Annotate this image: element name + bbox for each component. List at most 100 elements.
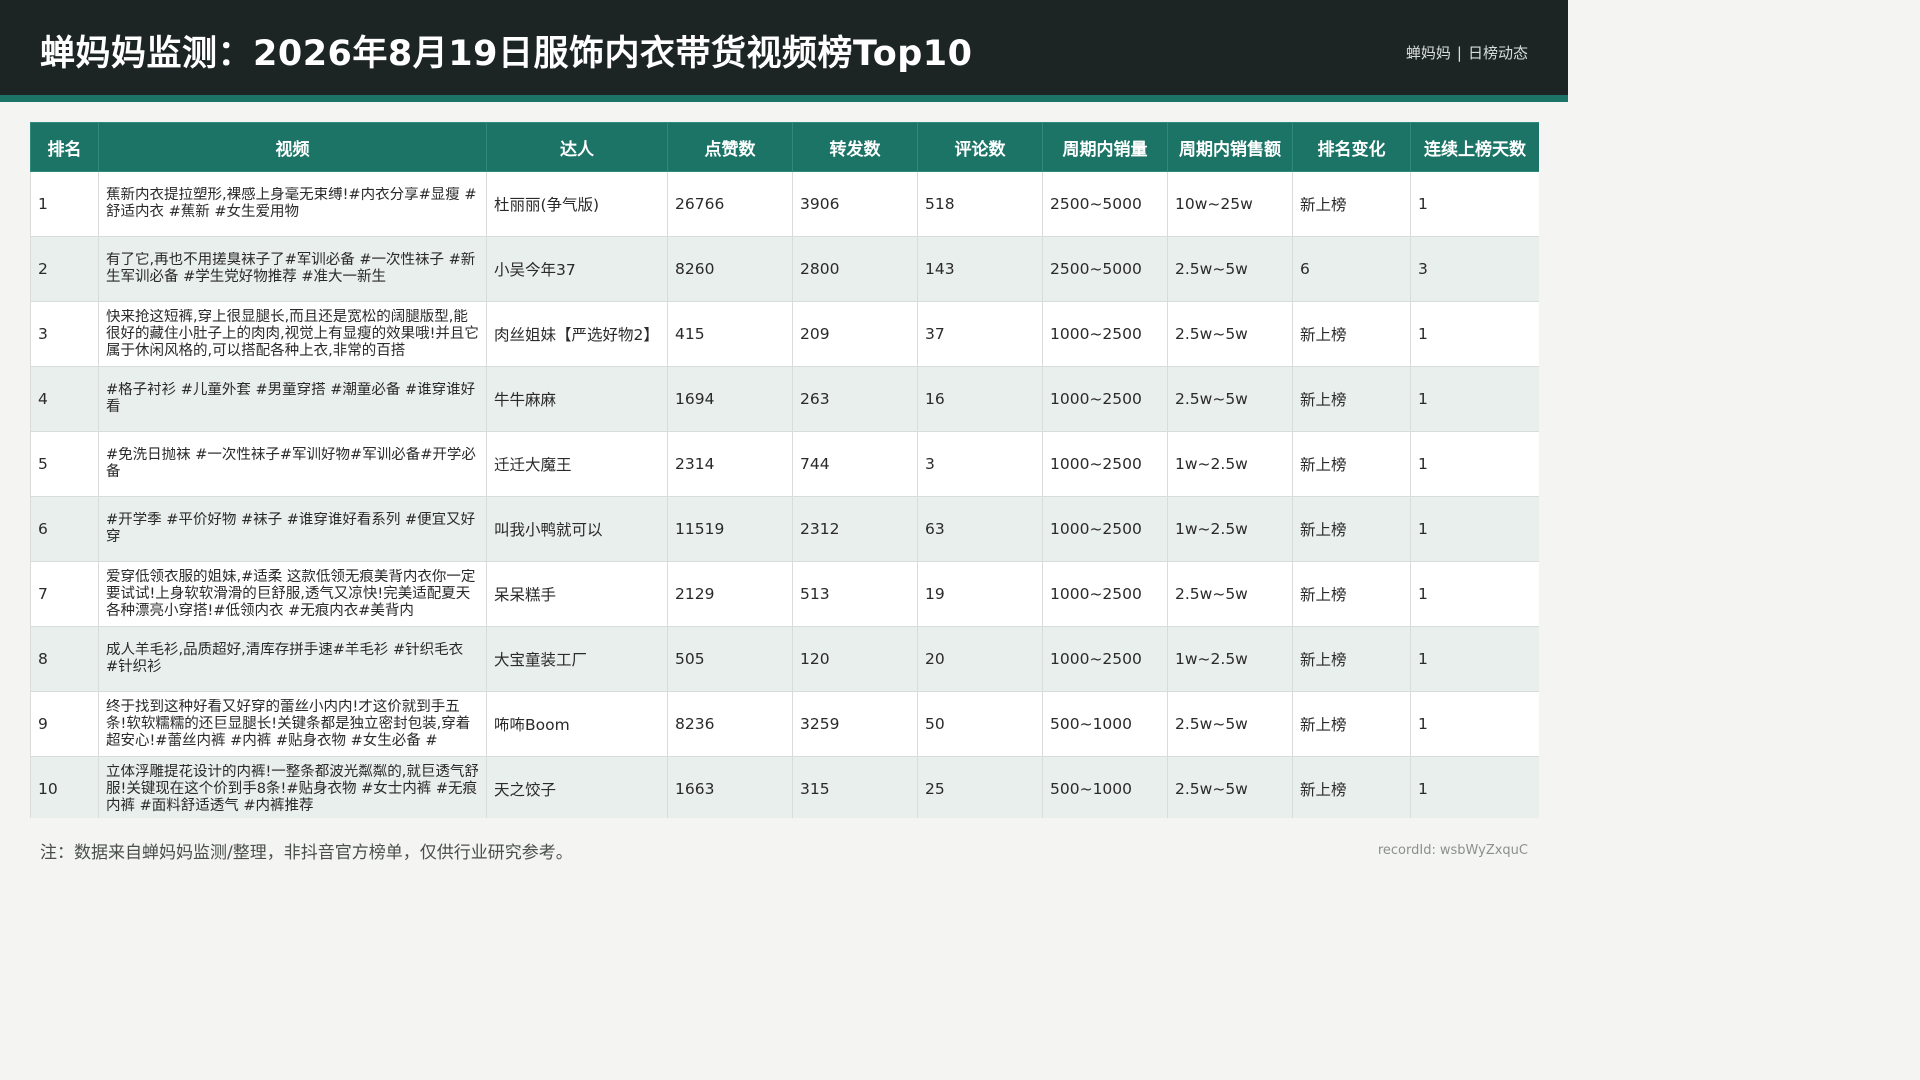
- sales-cell: 1000~2500: [1042, 496, 1168, 562]
- likes-cell: 8236: [667, 691, 793, 757]
- table-row: 7 爱穿低领衣服的姐妹,#适柔 这款低领无痕美背内衣你一定要试试!上身软软滑滑的…: [30, 561, 1539, 627]
- comments-cell: 518: [917, 171, 1043, 237]
- revenue-cell: 2.5w~5w: [1167, 561, 1293, 627]
- sales-cell: 2500~5000: [1042, 236, 1168, 302]
- table-row: 8 成人羊毛衫,品质超好,清库存拼手速#羊毛衫 #针织毛衣 #针织衫 大宝童装工…: [30, 626, 1539, 692]
- video-cell: 爱穿低领衣服的姐妹,#适柔 这款低领无痕美背内衣你一定要试试!上身软软滑滑的巨舒…: [98, 561, 487, 627]
- video-title: 蕉新内衣提拉塑形,裸感上身毫无束缚!#内衣分享#显瘦 #舒适内衣 #蕉新 #女生…: [106, 187, 477, 220]
- column-header-rank-change: 排名变化: [1292, 122, 1411, 172]
- days-cell: 1: [1410, 431, 1539, 497]
- column-header-revenue: 周期内销售额: [1167, 122, 1293, 172]
- shares-cell: 3259: [792, 691, 918, 757]
- revenue-cell: 1w~2.5w: [1167, 626, 1293, 692]
- rank-cell: 9: [30, 691, 99, 757]
- column-header-likes: 点赞数: [667, 122, 793, 172]
- header-accent-stripe: [0, 95, 1568, 102]
- shares-cell: 2800: [792, 236, 918, 302]
- days-cell: 1: [1410, 171, 1539, 237]
- creator-cell: 呆呆糕手: [486, 561, 668, 627]
- video-cell: 成人羊毛衫,品质超好,清库存拼手速#羊毛衫 #针织毛衣 #针织衫: [98, 626, 487, 692]
- video-title: #免洗日抛袜 #一次性袜子#军训好物#军训必备#开学必备: [106, 447, 476, 480]
- rank-cell: 6: [30, 496, 99, 562]
- shares-cell: 744: [792, 431, 918, 497]
- creator-cell: 小吴今年37: [486, 236, 668, 302]
- table-row: 3 快来抢这短裤,穿上很显腿长,而且还是宽松的阔腿版型,能很好的藏住小肚子上的肉…: [30, 301, 1539, 367]
- days-cell: 1: [1410, 691, 1539, 757]
- comments-cell: 50: [917, 691, 1043, 757]
- rank-change-cell: 新上榜: [1292, 626, 1411, 692]
- comments-cell: 19: [917, 561, 1043, 627]
- shares-cell: 513: [792, 561, 918, 627]
- rank-cell: 10: [30, 756, 99, 818]
- comments-cell: 143: [917, 236, 1043, 302]
- creator-cell: 牛牛麻麻: [486, 366, 668, 432]
- rank-cell: 4: [30, 366, 99, 432]
- video-cell: #格子衬衫 #儿童外套 #男童穿搭 #潮童必备 #谁穿谁好看: [98, 366, 487, 432]
- creator-cell: 迁迁大魔王: [486, 431, 668, 497]
- video-cell: 蕉新内衣提拉塑形,裸感上身毫无束缚!#内衣分享#显瘦 #舒适内衣 #蕉新 #女生…: [98, 171, 487, 237]
- days-cell: 1: [1410, 366, 1539, 432]
- rank-change-cell: 新上榜: [1292, 691, 1411, 757]
- table-row: 1 蕉新内衣提拉塑形,裸感上身毫无束缚!#内衣分享#显瘦 #舒适内衣 #蕉新 #…: [30, 171, 1539, 237]
- creator-cell: 肉丝姐妹【严选好物2】: [486, 301, 668, 367]
- creator-cell: 叫我小鸭就可以: [486, 496, 668, 562]
- sales-cell: 1000~2500: [1042, 626, 1168, 692]
- rank-change-cell: 6: [1292, 236, 1411, 302]
- video-title: 终于找到这种好看又好穿的蕾丝小内内!才这价就到手五条!软软糯糯的还巨显腿长!关键…: [106, 698, 471, 749]
- record-id: recordId: wsbWyZxquC: [1378, 843, 1528, 858]
- sales-cell: 1000~2500: [1042, 301, 1168, 367]
- video-title: 成人羊毛衫,品质超好,清库存拼手速#羊毛衫 #针织毛衣 #针织衫: [106, 642, 464, 675]
- rank-cell: 2: [30, 236, 99, 302]
- likes-cell: 8260: [667, 236, 793, 302]
- rank-change-cell: 新上榜: [1292, 171, 1411, 237]
- revenue-cell: 2.5w~5w: [1167, 691, 1293, 757]
- shares-cell: 3906: [792, 171, 918, 237]
- header-bar: 蝉妈妈监测：2026年8月19日服饰内衣带货视频榜Top10 蝉妈妈 | 日榜动态: [0, 0, 1568, 95]
- sales-cell: 1000~2500: [1042, 431, 1168, 497]
- video-cell: #免洗日抛袜 #一次性袜子#军训好物#军训必备#开学必备: [98, 431, 487, 497]
- video-title: 爱穿低领衣服的姐妹,#适柔 这款低领无痕美背内衣你一定要试试!上身软软滑滑的巨舒…: [106, 568, 476, 619]
- rank-cell: 3: [30, 301, 99, 367]
- column-header-video: 视频: [98, 122, 487, 172]
- comments-cell: 3: [917, 431, 1043, 497]
- days-cell: 1: [1410, 301, 1539, 367]
- brand-separator: |: [1456, 44, 1462, 62]
- likes-cell: 26766: [667, 171, 793, 237]
- shares-cell: 263: [792, 366, 918, 432]
- likes-cell: 11519: [667, 496, 793, 562]
- shares-cell: 2312: [792, 496, 918, 562]
- comments-cell: 63: [917, 496, 1043, 562]
- video-title: #开学季 #平价好物 #袜子 #谁穿谁好看系列 #便宜又好穿: [106, 512, 476, 545]
- days-cell: 1: [1410, 756, 1539, 818]
- shares-cell: 120: [792, 626, 918, 692]
- column-header-comments: 评论数: [917, 122, 1043, 172]
- column-header-rank: 排名: [30, 122, 99, 172]
- footer-note: 注：数据来自蝉妈妈监测/整理，非抖音官方榜单，仅供行业研究参考。: [40, 843, 573, 863]
- rank-change-cell: 新上榜: [1292, 496, 1411, 562]
- brand-section: 日榜动态: [1467, 44, 1528, 62]
- rank-change-cell: 新上榜: [1292, 561, 1411, 627]
- video-cell: 快来抢这短裤,穿上很显腿长,而且还是宽松的阔腿版型,能很好的藏住小肚子上的肉肉,…: [98, 301, 487, 367]
- brand-name: 蝉妈妈: [1405, 44, 1451, 62]
- creator-cell: 杜丽丽(争气版): [486, 171, 668, 237]
- rank-cell: 1: [30, 171, 99, 237]
- revenue-cell: 2.5w~5w: [1167, 756, 1293, 818]
- creator-cell: 咘咘Boom: [486, 691, 668, 757]
- video-cell: 立体浮雕提花设计的内裤!一整条都波光粼粼的,就巨透气舒服!关键现在这个价到手8条…: [98, 756, 487, 818]
- table-row: 6 #开学季 #平价好物 #袜子 #谁穿谁好看系列 #便宜又好穿 叫我小鸭就可以…: [30, 496, 1539, 562]
- comments-cell: 20: [917, 626, 1043, 692]
- record-id-label: recordId:: [1377, 843, 1436, 858]
- video-cell: 有了它,再也不用搓臭袜子了#军训必备 #一次性袜子 #新生军训必备 #学生党好物…: [98, 236, 487, 302]
- video-title: #格子衬衫 #儿童外套 #男童穿搭 #潮童必备 #谁穿谁好看: [106, 382, 476, 415]
- page-title: 蝉妈妈监测：2026年8月19日服饰内衣带货视频榜Top10: [40, 34, 973, 74]
- sales-cell: 1000~2500: [1042, 561, 1168, 627]
- shares-cell: 315: [792, 756, 918, 818]
- comments-cell: 16: [917, 366, 1043, 432]
- rank-cell: 8: [30, 626, 99, 692]
- ranking-table-container: 排名 视频 达人 点赞数 转发数 评论数 周期内销量 周期内销售额 排名变化 连…: [30, 122, 1539, 818]
- revenue-cell: 1w~2.5w: [1167, 496, 1293, 562]
- video-cell: #开学季 #平价好物 #袜子 #谁穿谁好看系列 #便宜又好穿: [98, 496, 487, 562]
- video-cell: 终于找到这种好看又好穿的蕾丝小内内!才这价就到手五条!软软糯糯的还巨显腿长!关键…: [98, 691, 487, 757]
- column-header-days: 连续上榜天数: [1410, 122, 1539, 172]
- days-cell: 1: [1410, 626, 1539, 692]
